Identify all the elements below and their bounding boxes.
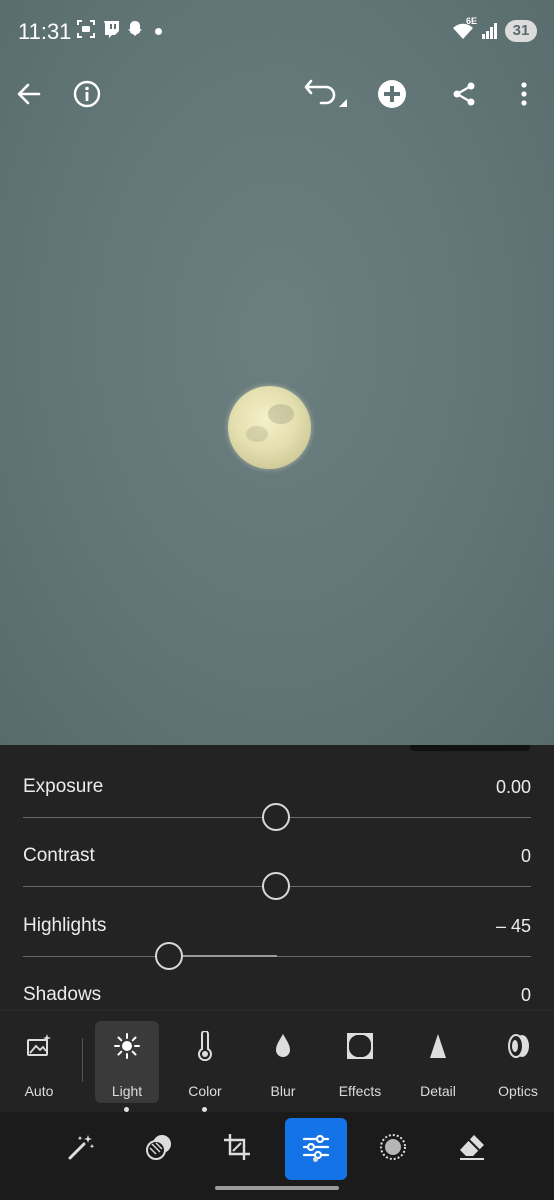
add-button[interactable]: [370, 74, 414, 118]
tab-light[interactable]: Light: [95, 1021, 159, 1103]
exposure-slider-knob[interactable]: [262, 803, 290, 831]
highlights-label: Highlights: [23, 915, 107, 936]
presets-wand-icon: [66, 1132, 96, 1167]
eraser-icon: [457, 1132, 487, 1167]
heal-button[interactable]: [362, 1118, 424, 1180]
tab-effects-label: Effects: [338, 1083, 382, 1099]
lens-icon: [486, 1031, 550, 1061]
share-icon: [450, 80, 478, 113]
highlights-slider-knob[interactable]: [155, 942, 183, 970]
drop-icon: [251, 1031, 315, 1061]
selective-button[interactable]: [129, 1118, 191, 1180]
tab-blur-label: Blur: [270, 1083, 296, 1099]
exposure-value: 0.00: [495, 777, 531, 797]
shadows-label: Shadows: [23, 984, 102, 1005]
moon-image: [228, 386, 311, 469]
auto-icon: [7, 1031, 71, 1061]
tab-blur[interactable]: Blur: [251, 1021, 315, 1103]
highlights-value: – 45: [495, 916, 531, 936]
tab-auto-label: Auto: [24, 1083, 54, 1099]
presets-button[interactable]: [50, 1118, 112, 1180]
more-button[interactable]: [502, 74, 546, 118]
edit-tool-tabs: Auto Light Color Blur Effects Detail Opt…: [0, 1010, 554, 1113]
tab-light-label: Light: [111, 1083, 143, 1099]
status-time: 11:31: [18, 19, 72, 44]
home-indicator[interactable]: [215, 1186, 339, 1190]
wifi-icon: [452, 22, 474, 44]
light-panel: Exposure 0.00 Contrast 0 Highlights – 45…: [0, 745, 554, 1010]
share-button[interactable]: [442, 74, 486, 118]
tab-optics[interactable]: Optics: [486, 1021, 550, 1103]
highlights-slider-fill: [169, 955, 277, 957]
shadows-value: 0: [520, 985, 531, 1005]
tab-detail[interactable]: Detail: [406, 1021, 470, 1103]
tool-divider: [82, 1038, 83, 1082]
tab-detail-label: Detail: [420, 1083, 456, 1099]
back-arrow-icon: [15, 80, 43, 113]
panel-drag-handle[interactable]: [410, 745, 530, 751]
contrast-label: Contrast: [23, 845, 95, 866]
sun-icon: [95, 1031, 159, 1061]
signal-icon: [481, 22, 503, 44]
back-button[interactable]: [7, 74, 51, 118]
heal-icon: [378, 1132, 408, 1167]
edit-button[interactable]: [285, 1118, 347, 1180]
highlights-slider-track[interactable]: [23, 956, 531, 957]
selective-icon: [145, 1132, 175, 1167]
crop-button[interactable]: [206, 1118, 268, 1180]
info-button[interactable]: [65, 74, 109, 118]
tab-color-label: Color: [188, 1083, 222, 1099]
notification-dot: [155, 28, 162, 35]
undo-button[interactable]: [302, 74, 347, 118]
contrast-value: 0: [520, 846, 531, 866]
triangle-icon: [406, 1031, 470, 1061]
info-icon: [72, 79, 102, 114]
eraser-button[interactable]: [441, 1118, 503, 1180]
edit-active-dot: [313, 1157, 318, 1162]
add-icon: [377, 79, 407, 114]
tab-effects[interactable]: Effects: [328, 1021, 392, 1103]
tab-auto[interactable]: Auto: [7, 1021, 71, 1103]
vignette-icon: [328, 1031, 392, 1061]
status-bar: 11:31 6E 31: [0, 0, 554, 62]
more-vert-icon: [519, 81, 529, 112]
twitch-icon: [101, 19, 123, 41]
crop-icon: [222, 1132, 252, 1167]
snapchat-icon: [125, 19, 147, 41]
undo-icon: [301, 71, 347, 122]
exposure-label: Exposure: [23, 776, 104, 797]
tab-optics-label: Optics: [498, 1083, 538, 1099]
screenshot-icon: [76, 19, 98, 41]
contrast-slider-knob[interactable]: [262, 872, 290, 900]
tab-color[interactable]: Color: [173, 1021, 237, 1103]
battery-indicator: 31: [505, 20, 537, 42]
thermometer-icon: [173, 1031, 237, 1061]
